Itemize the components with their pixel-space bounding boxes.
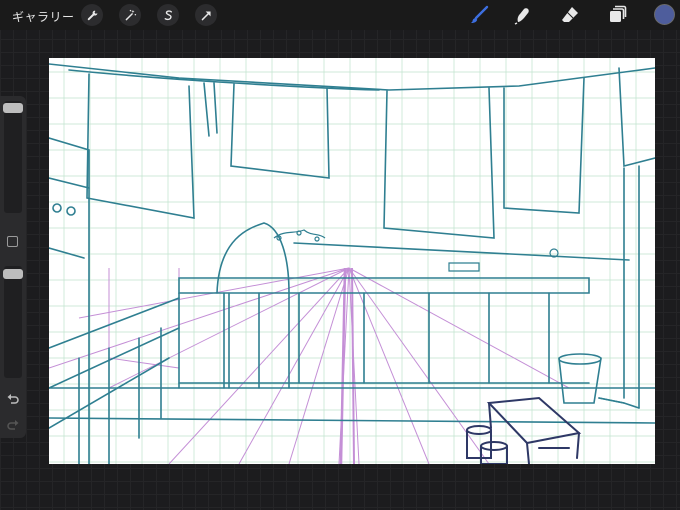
- gallery-button[interactable]: ギャラリー: [12, 8, 75, 25]
- top-toolbar: ギャラリー: [0, 0, 680, 30]
- modify-button[interactable]: [7, 236, 18, 247]
- drawing-canvas[interactable]: [49, 58, 655, 464]
- eraser-icon[interactable]: [559, 4, 581, 26]
- adjustments-wand-icon[interactable]: [119, 4, 141, 26]
- transform-arrow-icon[interactable]: [195, 4, 217, 26]
- selection-s-icon[interactable]: [157, 4, 179, 26]
- brush-size-slider[interactable]: [3, 101, 23, 213]
- layers-icon[interactable]: [606, 4, 628, 26]
- opacity-slider[interactable]: [3, 266, 23, 378]
- opacity-thumb[interactable]: [3, 269, 23, 279]
- sketch-artwork: [49, 58, 655, 464]
- left-sidebar: [0, 96, 26, 438]
- brush-icon[interactable]: [468, 4, 490, 26]
- brush-size-thumb[interactable]: [3, 103, 23, 113]
- plant-sketch: [273, 229, 559, 272]
- navy-foreground: [466, 396, 582, 464]
- color-picker-swatch[interactable]: [654, 4, 675, 25]
- undo-icon[interactable]: [6, 392, 20, 406]
- actions-wrench-icon[interactable]: [81, 4, 103, 26]
- redo-icon[interactable]: [6, 418, 20, 432]
- smudge-icon[interactable]: [512, 4, 534, 26]
